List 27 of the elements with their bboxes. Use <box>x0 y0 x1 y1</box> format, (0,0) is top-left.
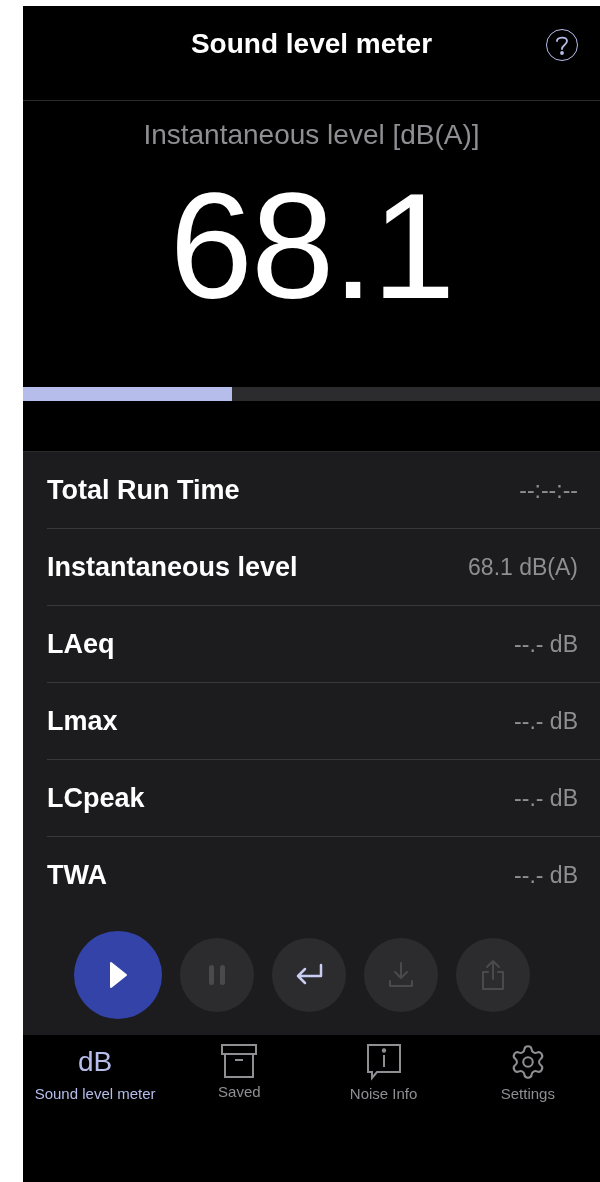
question-mark-icon <box>555 35 569 55</box>
measurement-value: --.- dB <box>514 707 578 735</box>
pause-icon <box>207 963 226 986</box>
measurement-name: Lmax <box>47 705 118 737</box>
play-icon <box>107 960 128 989</box>
level-label: Instantaneous level [dB(A)] <box>142 119 481 151</box>
tab-bar-item[interactable]: Settings <box>455 1043 600 1102</box>
share-icon <box>479 958 506 991</box>
measurement-value: --:--:-- <box>519 476 578 504</box>
measurement-name: Instantaneous level <box>47 551 298 583</box>
tab-bar-item[interactable]: dB Sound level meter <box>23 1043 168 1102</box>
decibel-icon: dB <box>78 1043 113 1081</box>
tab-bar-item[interactable]: Saved <box>167 1043 312 1102</box>
measurement-name: LAeq <box>47 628 115 660</box>
download-icon <box>386 960 415 989</box>
measurement-name: Total Run Time <box>47 474 240 506</box>
measurement-name: LCpeak <box>47 782 145 814</box>
measurement-value: 68.1 dB(A) <box>468 553 578 581</box>
archive-box-icon <box>220 1043 259 1079</box>
screen-title: Sound level meter <box>190 28 433 60</box>
tab-bar-item[interactable]: Noise Info <box>311 1043 456 1102</box>
measurement-value: --.- dB <box>514 861 578 889</box>
measurement-value: --.- dB <box>514 630 578 658</box>
measurement-value: --.- dB <box>514 784 578 812</box>
level-reading: 68.1 <box>168 171 455 321</box>
measurement-name: TWA <box>47 859 107 891</box>
info-bubble-icon <box>365 1043 402 1081</box>
